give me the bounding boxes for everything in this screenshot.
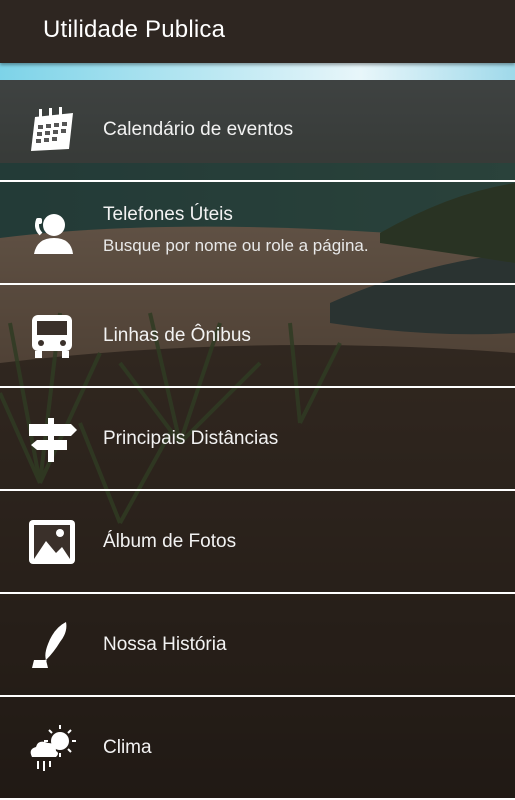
menu-label: Telefones Úteis	[103, 204, 233, 225]
main-menu: Calendário de eventos Telefones Úteis Bu…	[0, 80, 515, 800]
menu-item-album[interactable]: Álbum de Fotos	[0, 491, 515, 594]
menu-item-history[interactable]: Nossa História	[0, 594, 515, 697]
menu-item-weather[interactable]: Clima	[0, 697, 515, 800]
sky-strip	[0, 63, 515, 80]
menu-item-phones[interactable]: Telefones Úteis Busque por nome ou role …	[0, 182, 515, 285]
app-title: Utilidade Publica	[43, 16, 226, 43]
menu-sublabel: Busque por nome ou role a página.	[103, 236, 369, 255]
menu-label: Linhas de Ônibus	[103, 324, 251, 346]
menu-label: Calendário de eventos	[103, 119, 294, 140]
menu-item-calendar[interactable]: Calendário de eventos	[0, 80, 515, 182]
menu-label: Nossa História	[103, 633, 227, 655]
menu-label: Clima	[103, 736, 152, 758]
bus-icon	[26, 310, 78, 362]
calendar-icon	[26, 104, 78, 156]
quill-inkpot-icon	[26, 619, 78, 671]
menu-label: Principais Distâncias	[103, 427, 279, 449]
menu-item-bus[interactable]: Linhas de Ônibus	[0, 285, 515, 388]
signpost-icon	[26, 413, 78, 465]
photo-album-icon	[26, 516, 78, 568]
phone-operator-icon	[26, 207, 78, 259]
app-bar: Utilidade Publica	[0, 0, 515, 63]
menu-item-distances[interactable]: Principais Distâncias	[0, 388, 515, 491]
weather-icon	[26, 722, 78, 774]
menu-label: Álbum de Fotos	[103, 530, 237, 552]
